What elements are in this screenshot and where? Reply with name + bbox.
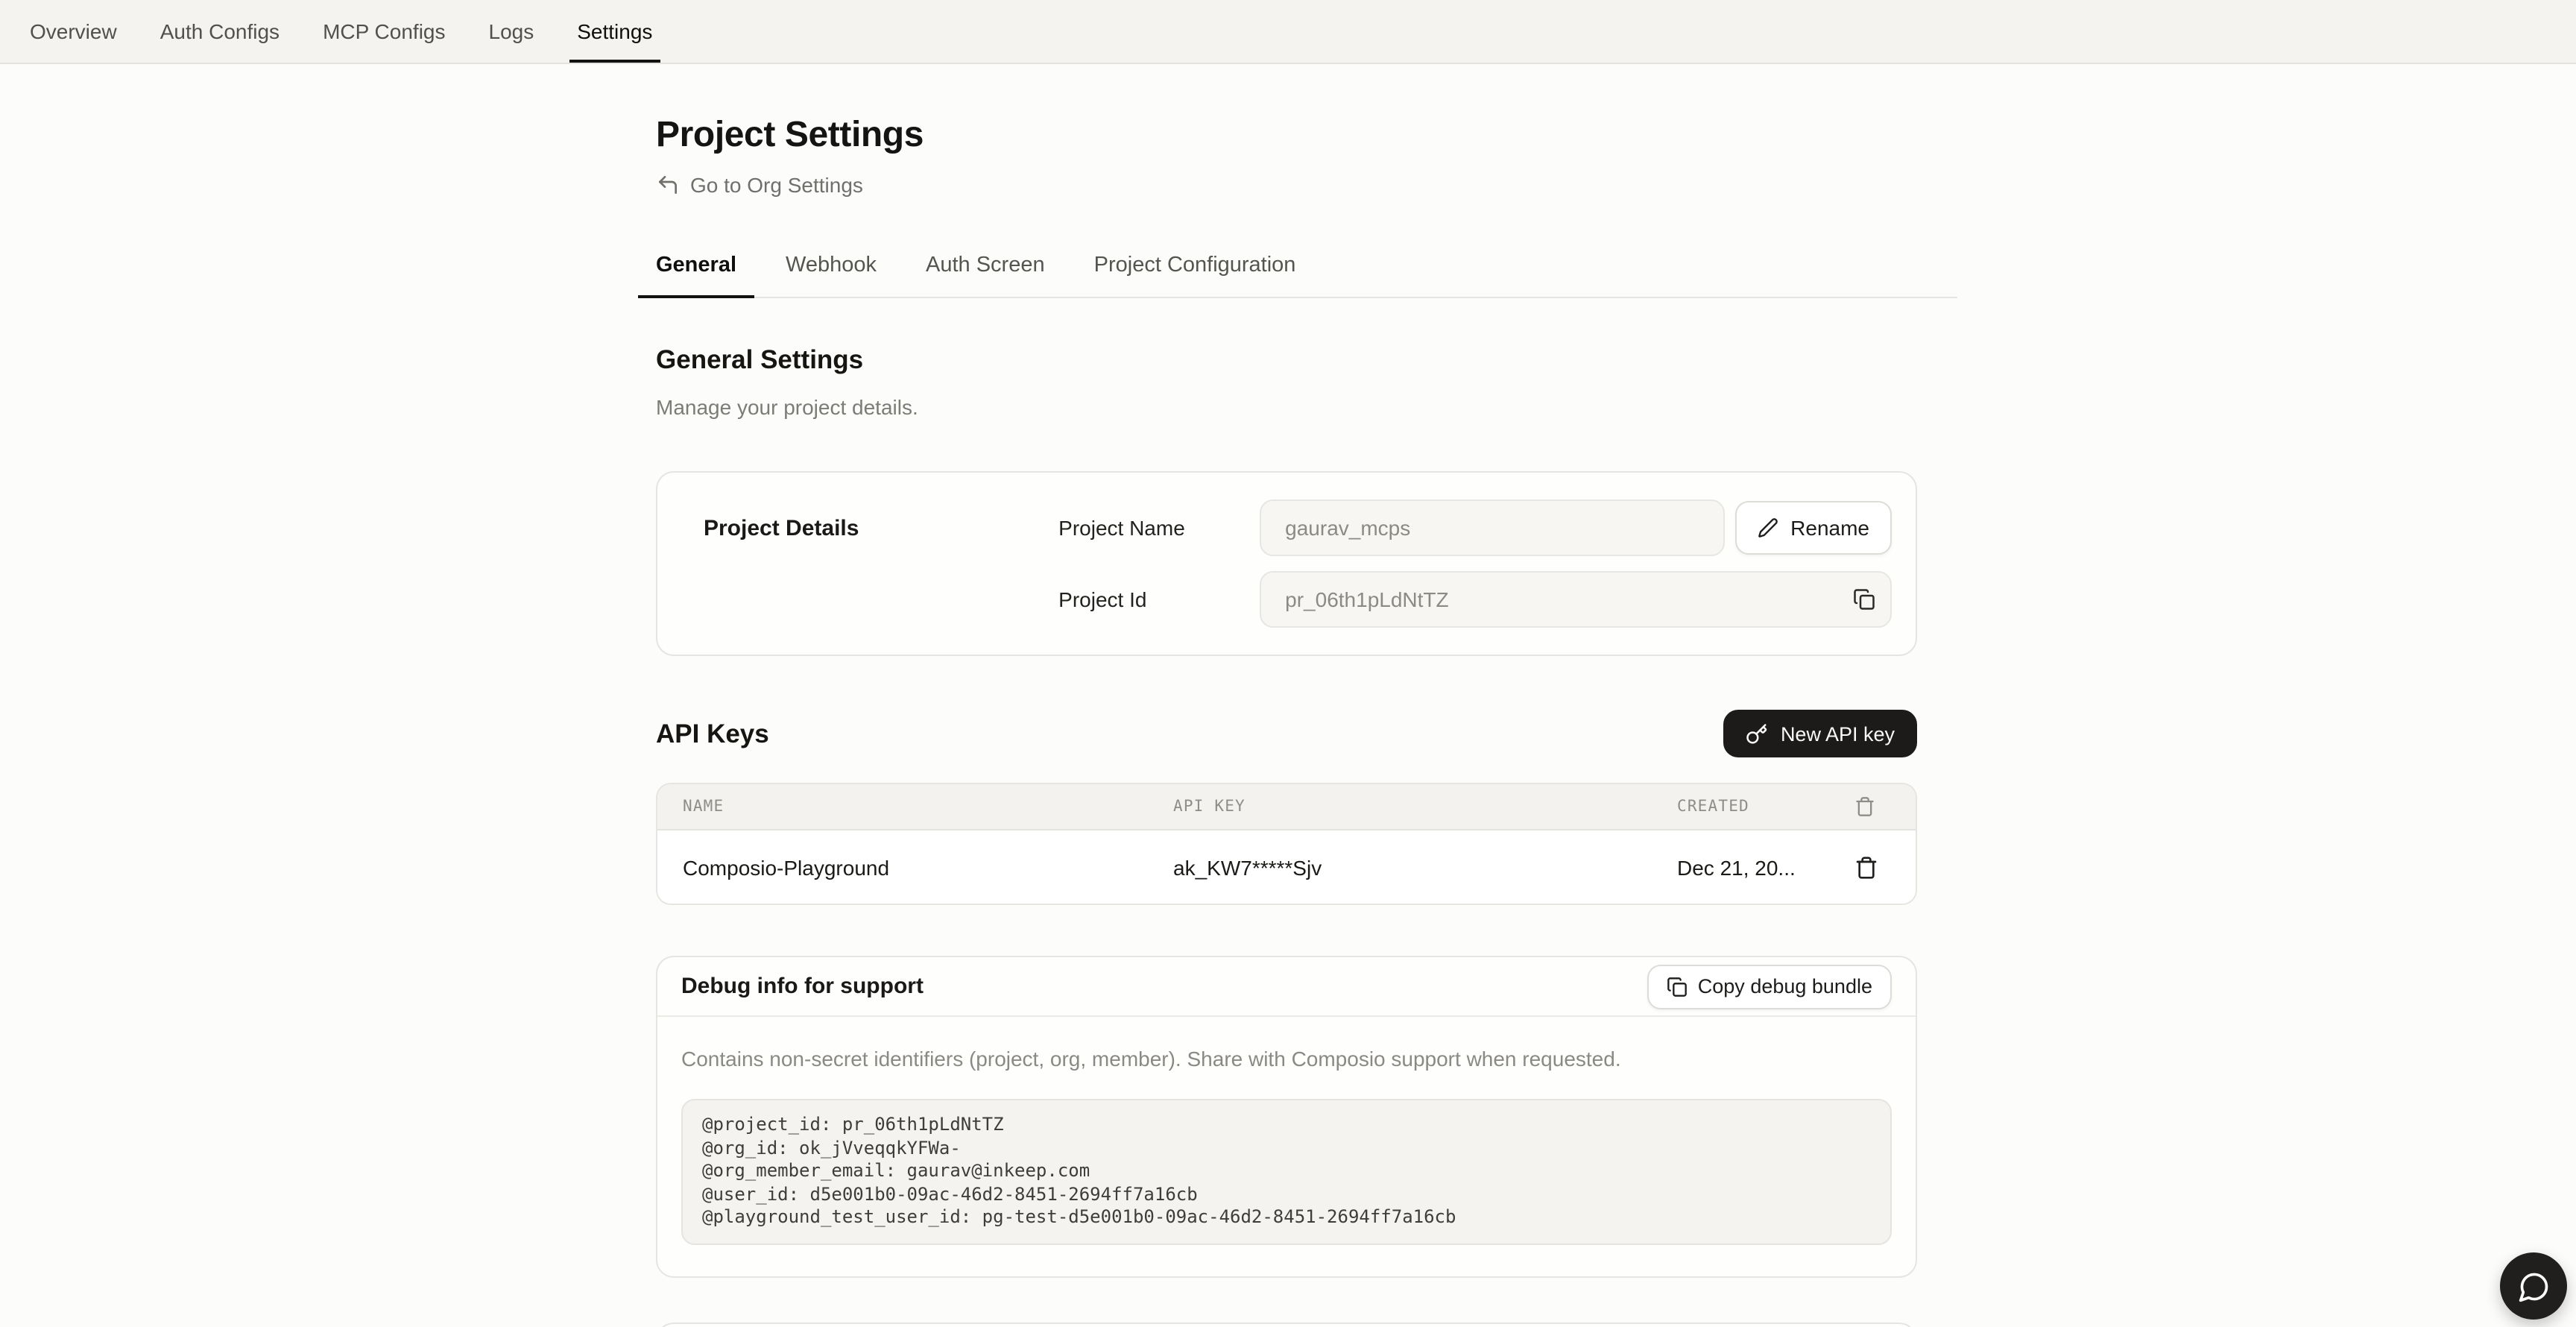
- debug-card-title: Debug info for support: [681, 974, 924, 999]
- table-row: Composio-Playground ak_KW7*****Sjv Dec 2…: [657, 830, 1916, 904]
- rename-button-label: Rename: [1790, 516, 1869, 540]
- debug-description: Contains non-secret identifiers (project…: [681, 1047, 1892, 1071]
- debug-card-header: Debug info for support Copy debug bundle: [657, 957, 1916, 1017]
- project-settings-page: Overview Auth Configs MCP Configs Logs S…: [0, 0, 2576, 1327]
- rename-button[interactable]: Rename: [1735, 501, 1892, 555]
- go-to-org-settings-label: Go to Org Settings: [690, 173, 863, 197]
- api-keys-heading: API Keys: [656, 718, 769, 749]
- nav-item-overview[interactable]: Overview: [30, 0, 117, 63]
- debug-code-block: @project_id: pr_06th1pLdNtTZ @org_id: ok…: [681, 1099, 1892, 1244]
- code-line: @org_id: ok_jVveqqkYFWa-: [702, 1137, 961, 1158]
- trash-icon: [1854, 855, 1878, 879]
- copy-icon: [1853, 588, 1875, 611]
- copy-icon: [1667, 976, 1688, 997]
- corner-up-left-icon: [656, 173, 680, 197]
- project-id-input[interactable]: [1260, 571, 1892, 628]
- project-name-input[interactable]: [1260, 499, 1725, 556]
- delete-api-key-button[interactable]: [1854, 855, 1916, 879]
- project-details-card: Project Details Project Name Rename: [656, 471, 1917, 656]
- code-line: @playground_test_user_id: pg-test-d5e001…: [702, 1206, 1456, 1227]
- trash-icon: [1854, 796, 1916, 817]
- new-api-key-button-label: New API key: [1781, 722, 1895, 745]
- project-name-row: Project Name Rename: [1058, 499, 1892, 556]
- api-key-created-cell: Dec 21, 20...: [1677, 855, 1854, 879]
- general-settings-heading: General Settings: [656, 344, 1957, 376]
- top-nav: Overview Auth Configs MCP Configs Logs S…: [0, 0, 2576, 64]
- code-line: @org_member_email: gaurav@inkeep.com: [702, 1160, 1090, 1181]
- page-title: Project Settings: [656, 113, 1957, 158]
- copy-debug-bundle-button[interactable]: Copy debug bundle: [1647, 964, 1892, 1009]
- column-header-created: CREATED: [1677, 798, 1854, 816]
- code-line: @user_id: d5e001b0-09ac-46d2-8451-2694ff…: [702, 1183, 1198, 1204]
- api-key-name-cell: Composio-Playground: [683, 855, 1173, 879]
- api-key-value-cell: ak_KW7*****Sjv: [1173, 855, 1677, 879]
- pencil-icon: [1758, 517, 1778, 538]
- debug-card-body: Contains non-secret identifiers (project…: [657, 1017, 1916, 1276]
- chat-bubble-icon: [2517, 1270, 2550, 1302]
- project-details-fields: Project Name Rename Project Id: [1058, 499, 1892, 628]
- copy-project-id-button[interactable]: [1853, 588, 1875, 611]
- key-icon: [1746, 722, 1769, 745]
- new-api-key-button[interactable]: New API key: [1724, 710, 1917, 757]
- code-line: @project_id: pr_06th1pLdNtTZ: [702, 1114, 1004, 1135]
- nav-item-auth-configs[interactable]: Auth Configs: [160, 0, 280, 63]
- nav-item-logs[interactable]: Logs: [489, 0, 534, 63]
- tab-general[interactable]: General: [638, 253, 754, 298]
- project-id-label: Project Id: [1058, 587, 1260, 611]
- settings-tabs: General Webhook Auth Screen Project Conf…: [638, 253, 1957, 298]
- tab-webhook[interactable]: Webhook: [768, 253, 894, 297]
- tab-project-configuration[interactable]: Project Configuration: [1076, 253, 1314, 297]
- next-section-card-partial: [656, 1322, 1917, 1327]
- project-id-input-wrap: [1260, 571, 1892, 628]
- api-keys-table: NAME API KEY CREATED Composio-Playground…: [656, 783, 1917, 905]
- content-column: Project Settings Go to Org Settings Gene…: [656, 113, 1957, 1327]
- copy-debug-bundle-label: Copy debug bundle: [1698, 975, 1872, 997]
- tab-auth-screen[interactable]: Auth Screen: [908, 253, 1063, 297]
- nav-item-settings[interactable]: Settings: [577, 0, 652, 63]
- nav-item-mcp-configs[interactable]: MCP Configs: [323, 0, 445, 63]
- api-keys-table-header: NAME API KEY CREATED: [657, 784, 1916, 830]
- debug-info-card: Debug info for support Copy debug bundle…: [656, 956, 1917, 1277]
- general-settings-subheading: Manage your project details.: [656, 395, 1957, 419]
- project-id-row: Project Id: [1058, 571, 1892, 628]
- project-details-card-title: Project Details: [681, 499, 1058, 628]
- chat-widget-button[interactable]: [2500, 1252, 2567, 1320]
- go-to-org-settings-link[interactable]: Go to Org Settings: [656, 173, 863, 197]
- api-keys-section-head: API Keys New API key: [656, 710, 1917, 757]
- project-name-label: Project Name: [1058, 516, 1260, 540]
- column-header-name: NAME: [683, 798, 1173, 816]
- column-header-api-key: API KEY: [1173, 798, 1677, 816]
